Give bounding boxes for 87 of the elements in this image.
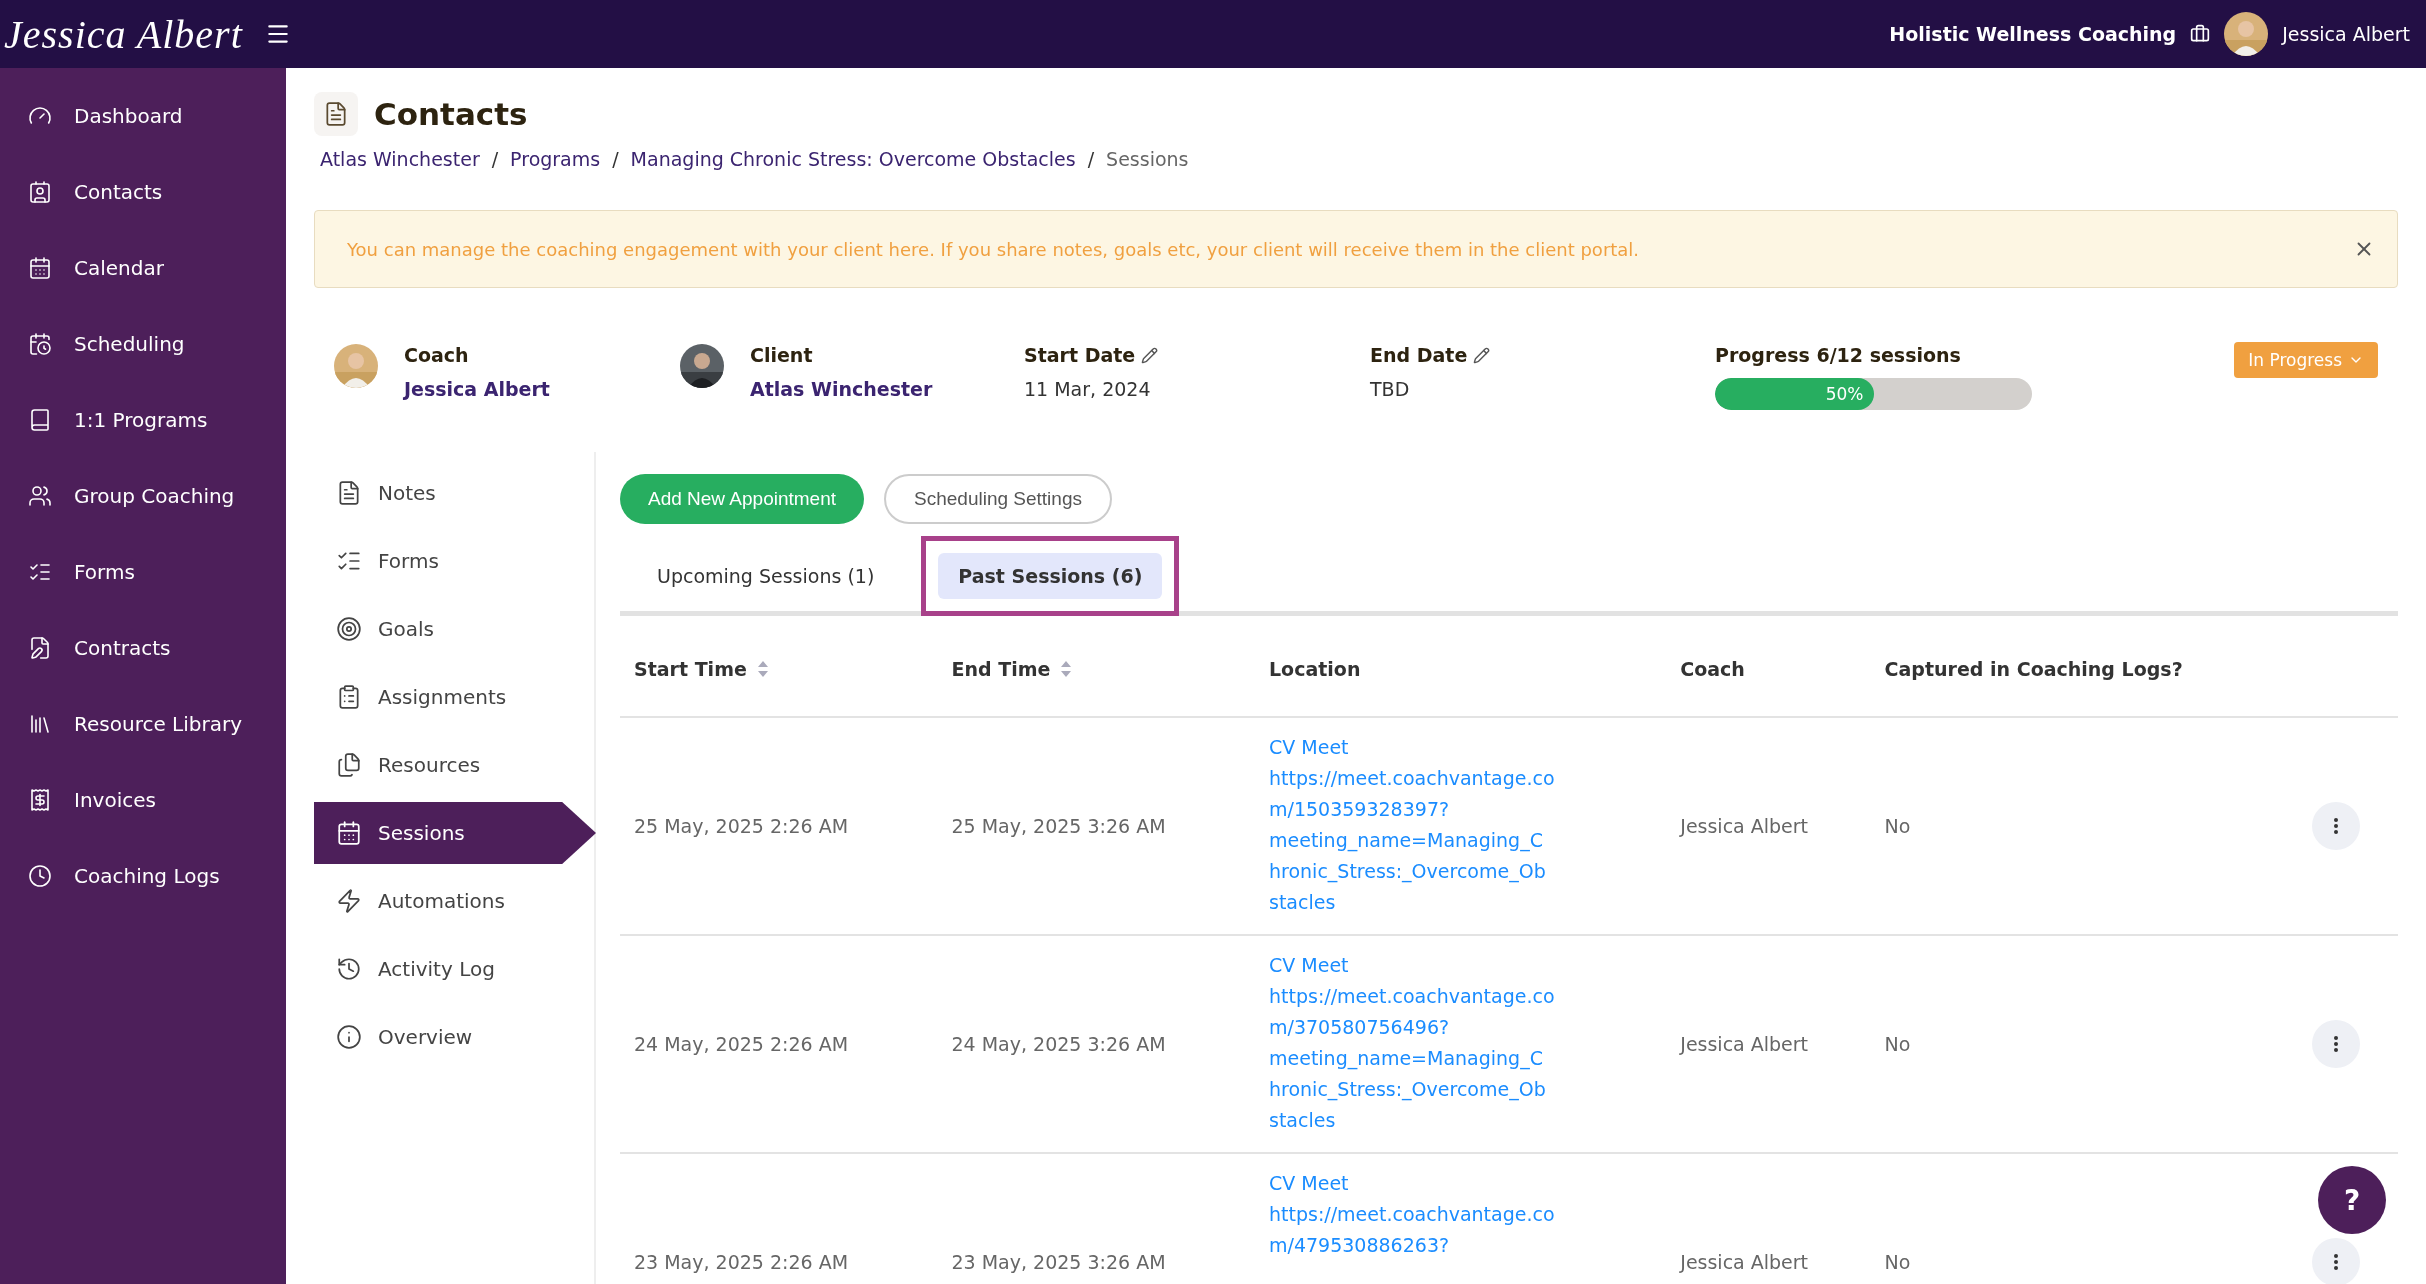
column-header[interactable]: Start Time [634,658,747,680]
table-cell: Jessica Albert [1680,1251,1809,1273]
date-value: TBD [1370,378,1411,400]
user-name[interactable]: Jessica Albert [2282,23,2410,45]
help-button[interactable]: ? [2318,1166,2386,1234]
people-icon [28,484,52,508]
program-nav-item[interactable]: Activity Log [314,938,596,1000]
breadcrumb-separator: / [491,148,499,170]
more-icon [2334,818,2339,834]
documents-icon [336,752,362,778]
table-cell: No [1884,815,1911,837]
table-cell: 23 May, 2025 2:26 AM [634,1251,849,1273]
date-value: 11 Mar, 2024 [1024,378,1152,400]
clipboard-icon [336,684,362,710]
edit-icon[interactable] [1141,346,1159,364]
breadcrumb-separator: / [1087,148,1095,170]
calendar-icon [28,256,52,280]
table-cell: 24 May, 2025 2:26 AM [634,1033,849,1055]
breadcrumb-separator: / [612,148,619,170]
breadcrumb-link[interactable]: Atlas Winchester [320,148,480,170]
field-label: Start Date [1024,344,1136,366]
program-nav-item[interactable]: Assignments [314,666,596,728]
program-nav-item[interactable]: Forms [314,530,596,592]
field-label: End Date [1370,344,1468,366]
sidebar-item[interactable]: Invoices [0,762,286,838]
business-name: Holistic Wellness Coaching [1889,23,2177,45]
column-header: Location [1269,658,1361,680]
table-cell: 24 May, 2025 3:26 AM [951,1033,1166,1055]
program-nav-item[interactable]: Sessions [314,802,596,864]
calendar-icon [336,820,362,846]
sidebar-item[interactable]: Scheduling [0,306,286,382]
table-cell: No [1884,1033,1911,1055]
books-icon [28,712,52,736]
notepad-icon [336,480,362,506]
table-cell: 23 May, 2025 3:26 AM [951,1251,1166,1273]
column-header: Captured in Coaching Logs? [1884,658,2183,680]
breadcrumb-link[interactable]: Managing Chronic Stress: Overcome Obstacles [630,148,1076,170]
tab[interactable]: Upcoming Sessions (1) [637,553,895,599]
sidebar-item[interactable]: Contacts [0,154,286,230]
settings-button[interactable]: Scheduling Settings [884,474,1112,524]
sidebar-item[interactable]: Contracts [0,610,286,686]
more-icon [2334,1036,2339,1052]
target-icon [336,616,362,642]
column-header[interactable]: End Time [951,658,1051,680]
page-title: Contacts [374,96,528,132]
tab[interactable]: Past Sessions (6) [938,553,1163,599]
field-label: Coach [404,344,470,366]
sidebar-item[interactable]: 1:1 Programs [0,382,286,458]
breadcrumb-link[interactable]: Programs [510,148,601,170]
info-icon [336,1024,362,1050]
sidebar-item[interactable]: Forms [0,534,286,610]
program-nav-item[interactable]: Resources [314,734,596,796]
receipt-icon [28,788,52,812]
calendar-clock-icon [28,332,52,356]
program-nav-item[interactable]: Notes [314,462,596,524]
document-pen-icon [28,636,52,660]
briefcase-icon[interactable] [2190,24,2211,44]
more-icon [2334,1254,2339,1270]
program-nav-item[interactable]: Overview [314,1006,596,1068]
sidebar-item[interactable]: Dashboard [0,78,286,154]
lightning-icon [336,888,362,914]
table-cell: No [1884,1251,1911,1273]
sidebar-item[interactable]: Calendar [0,230,286,306]
person-name[interactable]: Atlas Winchester [750,378,933,400]
program-nav-item[interactable]: Automations [314,870,596,932]
book-icon [28,408,52,432]
edit-icon[interactable] [1473,346,1491,364]
table-cell: Jessica Albert [1680,1033,1809,1055]
breadcrumb-link[interactable]: Sessions [1106,148,1189,170]
table-cell: Jessica Albert [1680,815,1809,837]
field-label: Client [750,344,814,366]
table-cell: 25 May, 2025 2:26 AM [634,815,849,837]
column-header: Coach [1680,658,1745,680]
document-icon [314,92,358,136]
sidebar-item[interactable]: Group Coaching [0,458,286,534]
logo[interactable]: Jessica Albert [0,10,243,58]
person-name[interactable]: Jessica Albert [404,378,550,400]
alert-text: You can manage the coaching engagement with your client here. If you share notes, goals etc, your client will receive them in the client portal. [347,238,1641,260]
progress-reading: 50% [1825,384,1864,404]
progress-label: Progress 6/12 sessions [1715,344,1962,366]
clock-icon [28,864,52,888]
program-nav-item[interactable]: Goals [314,598,596,660]
sidebar-item[interactable]: Coaching Logs [0,838,286,914]
history-icon [336,956,362,982]
sidebar-item[interactable]: Resource Library [0,686,286,762]
contact-book-icon [28,180,52,204]
table-cell: 25 May, 2025 3:26 AM [951,815,1166,837]
